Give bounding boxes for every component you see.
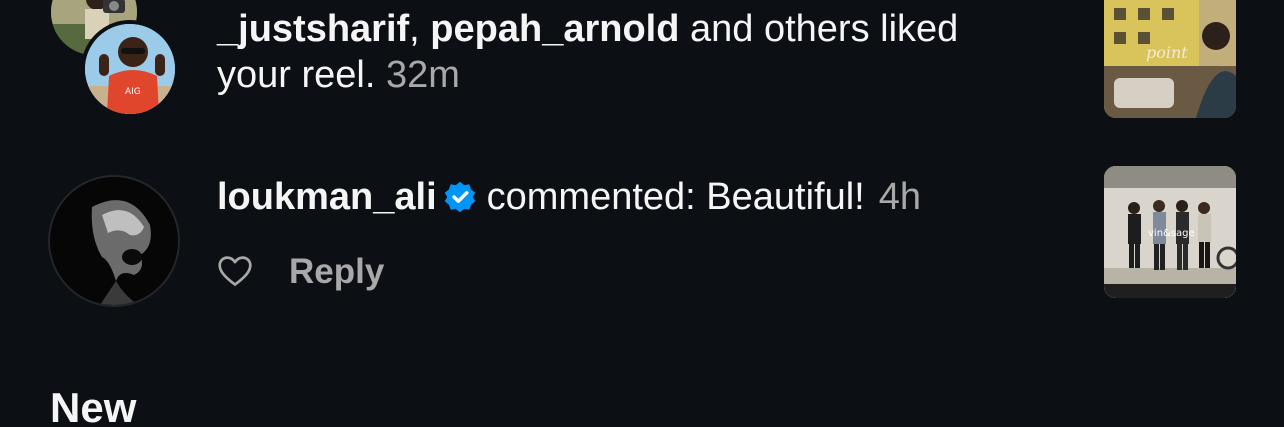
comment-actions: Reply [217, 252, 384, 292]
notification-comment[interactable]: loukman_ali commented: Beautiful! 4h [217, 174, 1077, 220]
heart-icon[interactable] [217, 254, 253, 290]
username-loukman-ali[interactable]: loukman_ali [217, 174, 437, 220]
notification-like[interactable]: _justsharif, pepah_arnold and others lik… [217, 6, 1077, 98]
separator: , [409, 8, 420, 50]
liker-avatars[interactable]: AIG [48, 0, 182, 118]
verified-badge-icon [444, 181, 475, 213]
svg-text:AIG: AIG [125, 87, 141, 97]
like-action-text-2: your reel. [217, 54, 376, 96]
reel-thumbnail[interactable]: point [1104, 0, 1236, 118]
timestamp: 32m [385, 54, 460, 96]
avatar-pepah-arnold[interactable]: AIG [81, 20, 179, 118]
activity-screen: AIG _justsharif, pepah_arnold and others… [0, 0, 1284, 427]
section-title-new: New [50, 384, 137, 427]
username-pepah-arnold[interactable]: pepah_arnold [430, 8, 679, 50]
avatar-loukman-ali[interactable] [48, 175, 180, 307]
reply-button[interactable]: Reply [289, 252, 384, 292]
username-justsharif[interactable]: _justsharif [217, 8, 409, 50]
like-action-text: and others liked [690, 8, 959, 50]
thumbnail-caption: point [1146, 43, 1188, 62]
thumbnail-caption: vin&sage [1148, 228, 1195, 239]
comment-text: commented: Beautiful! [486, 176, 865, 218]
timestamp: 4h [878, 176, 922, 218]
post-thumbnail[interactable]: vin&sage [1104, 166, 1236, 298]
